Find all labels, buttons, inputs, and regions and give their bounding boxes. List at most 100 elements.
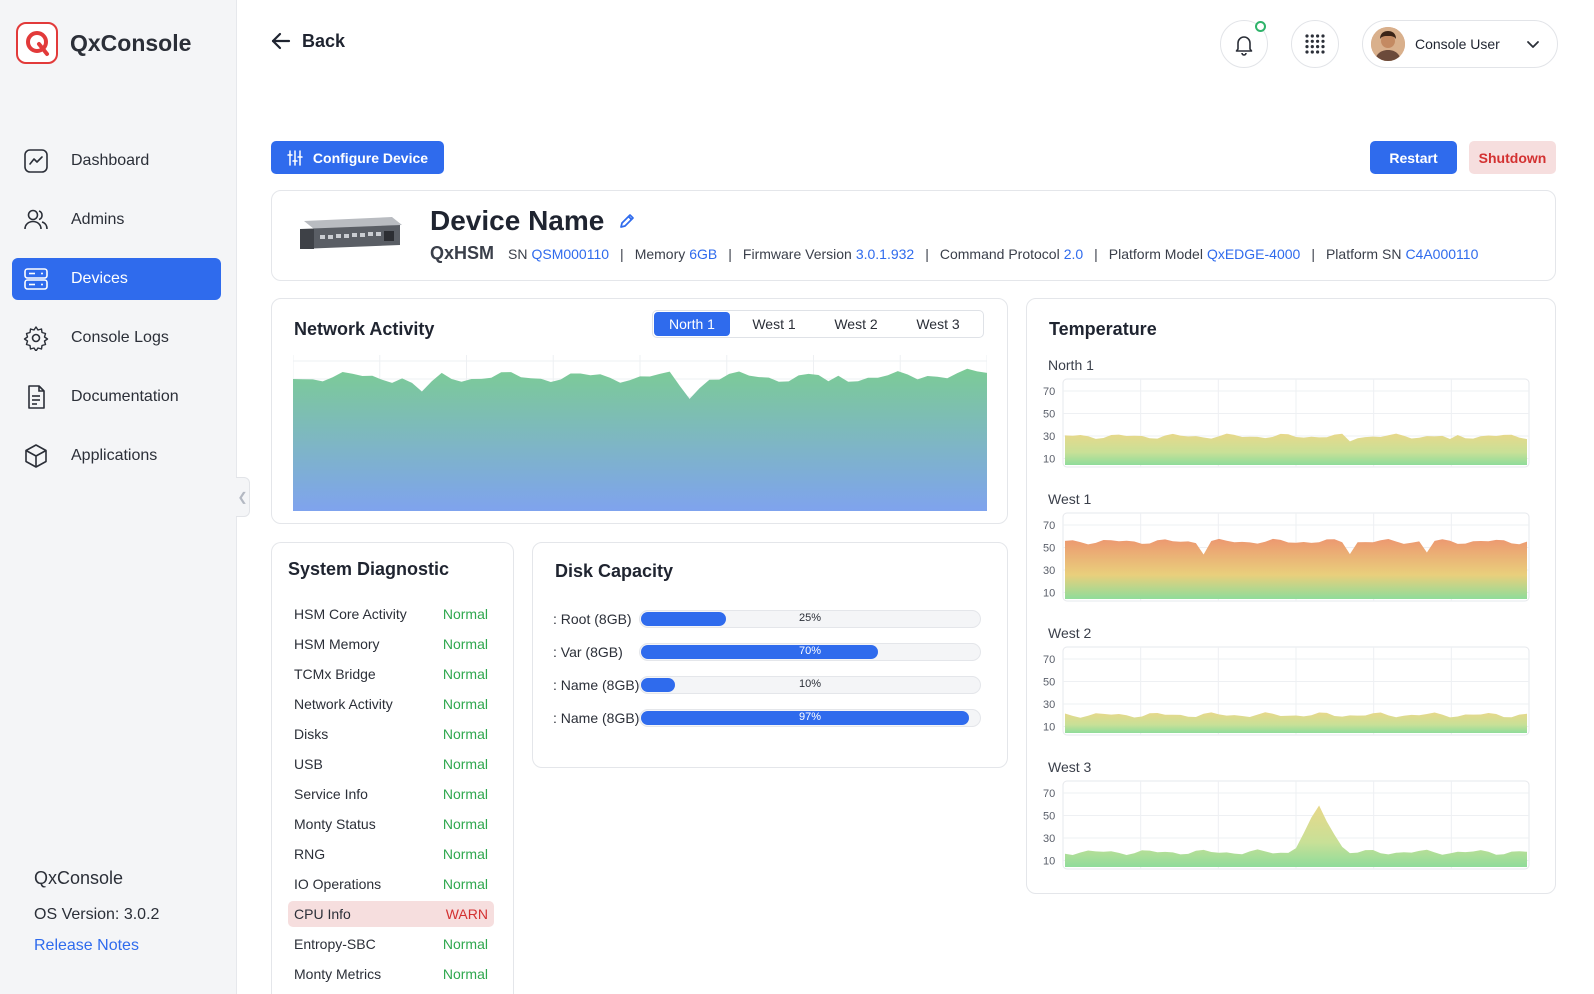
- disk-label: : Root (8GB): [553, 611, 632, 627]
- device-image: [300, 217, 402, 249]
- arrow-left-icon: [271, 32, 291, 50]
- app-logo[interactable]: QxConsole: [16, 22, 191, 64]
- meta-key: Command Protocol: [939, 246, 1060, 262]
- y-tick-label: 50: [1043, 409, 1055, 421]
- y-tick-label: 70: [1043, 788, 1055, 800]
- shutdown-button[interactable]: Shutdown: [1469, 141, 1556, 174]
- disk-row: : Name (8GB) 10%: [553, 675, 983, 695]
- document-icon: [22, 383, 50, 411]
- device-info-card: Device Name QxHSM SN QSM000110 | Memory 6G…: [271, 190, 1556, 281]
- diagnostic-status: Normal: [442, 606, 488, 622]
- notifications-button[interactable]: [1220, 20, 1268, 68]
- disk-percent: 97%: [798, 711, 822, 723]
- y-tick-label: 10: [1043, 856, 1055, 868]
- sidebar-item-label: Console Logs: [71, 329, 169, 346]
- diagnostic-name: HSM Memory: [294, 636, 380, 652]
- restart-button[interactable]: Restart: [1370, 141, 1457, 174]
- meta-key: Platform SN: [1325, 246, 1402, 262]
- device-meta: QxHSM SN QSM000110 | Memory 6GB | Firmware…: [430, 243, 1478, 264]
- sidebar: QxConsole Dashboard Admins Devices Conso…: [0, 0, 237, 994]
- logo-mark-icon: [16, 22, 58, 64]
- tab-north-1[interactable]: North 1: [654, 312, 730, 336]
- y-tick-label: 50: [1043, 543, 1055, 555]
- tab-west-2[interactable]: West 2: [818, 312, 894, 336]
- sidebar-item-console-logs[interactable]: Console Logs: [12, 317, 221, 359]
- temperature-title: Temperature: [1049, 319, 1157, 339]
- back-button[interactable]: Back: [270, 30, 345, 52]
- diagnostic-row: USB Normal: [288, 751, 494, 777]
- diagnostic-status: Normal: [442, 876, 488, 892]
- chevron-down-icon: [1527, 41, 1539, 48]
- os-version: OS Version: 3.0.2: [34, 906, 160, 923]
- configure-device-label: Configure Device: [312, 149, 429, 166]
- diagnostic-row: RNG Normal: [288, 841, 494, 867]
- sidebar-footer: QxConsole OS Version: 3.0.2 Release Note…: [34, 868, 159, 955]
- diagnostic-row: Monty Status Normal: [288, 811, 494, 837]
- y-tick-label: 70: [1043, 520, 1055, 532]
- sidebar-item-label: Applications: [71, 447, 158, 464]
- temperature-area: [1065, 538, 1527, 599]
- sidebar-nav: Dashboard Admins Devices Console Logs Do…: [12, 140, 221, 494]
- diagnostic-name: Monty Metrics: [294, 966, 382, 982]
- diagnostic-row: CPU Info WARN: [288, 901, 494, 927]
- temperature-card: Temperature North 1 70 50 30 10 West 1 70 50 30 1…: [1026, 298, 1556, 894]
- diagnostic-status: WARN: [445, 906, 488, 922]
- meta-key: SN: [508, 246, 528, 262]
- meta-platform-sn: Platform SN C4A000110: [1326, 246, 1478, 262]
- edit-pencil-icon[interactable]: [618, 212, 636, 230]
- sidebar-collapse-toggle[interactable]: ❮: [236, 477, 250, 517]
- diagnostic-row: IO Operations Normal: [288, 871, 494, 897]
- sidebar-item-dashboard[interactable]: Dashboard: [12, 140, 221, 182]
- server-icon: [22, 265, 50, 293]
- disk-label: : Var (8GB): [553, 644, 623, 660]
- device-name-row: Device Name: [430, 205, 636, 237]
- sidebar-item-label: Devices: [71, 270, 128, 287]
- diagnostic-status: Normal: [442, 846, 488, 862]
- diagnostic-status: Normal: [442, 816, 488, 832]
- temperature-sensor-label: West 1: [1048, 491, 1092, 507]
- release-notes-link[interactable]: Release Notes: [34, 937, 159, 955]
- disk-progress-bar: 25%: [639, 610, 981, 628]
- apps-grid-button[interactable]: [1291, 20, 1339, 68]
- sidebar-item-applications[interactable]: Applications: [12, 435, 221, 477]
- meta-divider: |: [1311, 246, 1315, 262]
- chevron-left-icon: ❮: [237, 490, 248, 504]
- meta-value: 3.0.1.932: [855, 246, 915, 262]
- network-activity-card: Network Activity North 1 West 1 West 2 W…: [271, 298, 1008, 524]
- y-tick-label: 70: [1043, 386, 1055, 398]
- user-menu[interactable]: Console User: [1362, 20, 1558, 68]
- disk-percent: 70%: [798, 645, 822, 657]
- meta-key: Memory: [634, 246, 686, 262]
- disk-percent: 10%: [798, 678, 822, 690]
- sidebar-item-devices[interactable]: Devices: [12, 258, 221, 300]
- system-diagnostic-card: System Diagnostic HSM Core Activity Norma…: [271, 542, 514, 994]
- network-activity-title: Network Activity: [294, 319, 435, 339]
- footer-app-name: QxConsole: [34, 868, 124, 888]
- sidebar-item-admins[interactable]: Admins: [12, 199, 221, 241]
- temperature-sensor-label: West 3: [1048, 759, 1092, 775]
- diagnostic-row: HSM Memory Normal: [288, 631, 494, 657]
- tab-west-1[interactable]: West 1: [736, 312, 812, 336]
- meta-serial: SN QSM000110: [508, 246, 609, 262]
- y-tick-label: 30: [1043, 565, 1055, 577]
- cube-icon: [22, 442, 50, 470]
- diagnostic-row: HSM Core Activity Normal: [288, 601, 494, 627]
- diagnostic-status: Normal: [442, 666, 488, 682]
- meta-divider: |: [620, 246, 624, 262]
- grid-icon: [1305, 34, 1325, 54]
- disk-row: : Name (8GB) 97%: [553, 708, 983, 728]
- meta-key: Firmware Version: [742, 246, 852, 262]
- avatar: [1371, 27, 1405, 61]
- diagnostic-name: USB: [294, 756, 323, 772]
- device-name: Device Name: [430, 205, 605, 236]
- temperature-chart: 70 50 30 10: [1043, 646, 1530, 736]
- sliders-icon: [287, 149, 303, 166]
- sidebar-item-documentation[interactable]: Documentation: [12, 376, 221, 418]
- temperature-chart: 70 50 30 10: [1043, 512, 1530, 602]
- configure-device-button[interactable]: Configure Device: [271, 141, 444, 174]
- tab-west-3[interactable]: West 3: [900, 312, 976, 336]
- y-tick-label: 70: [1043, 654, 1055, 666]
- y-tick-label: 30: [1043, 431, 1055, 443]
- disk-capacity-title: Disk Capacity: [555, 561, 674, 581]
- user-name: Console User: [1415, 36, 1500, 52]
